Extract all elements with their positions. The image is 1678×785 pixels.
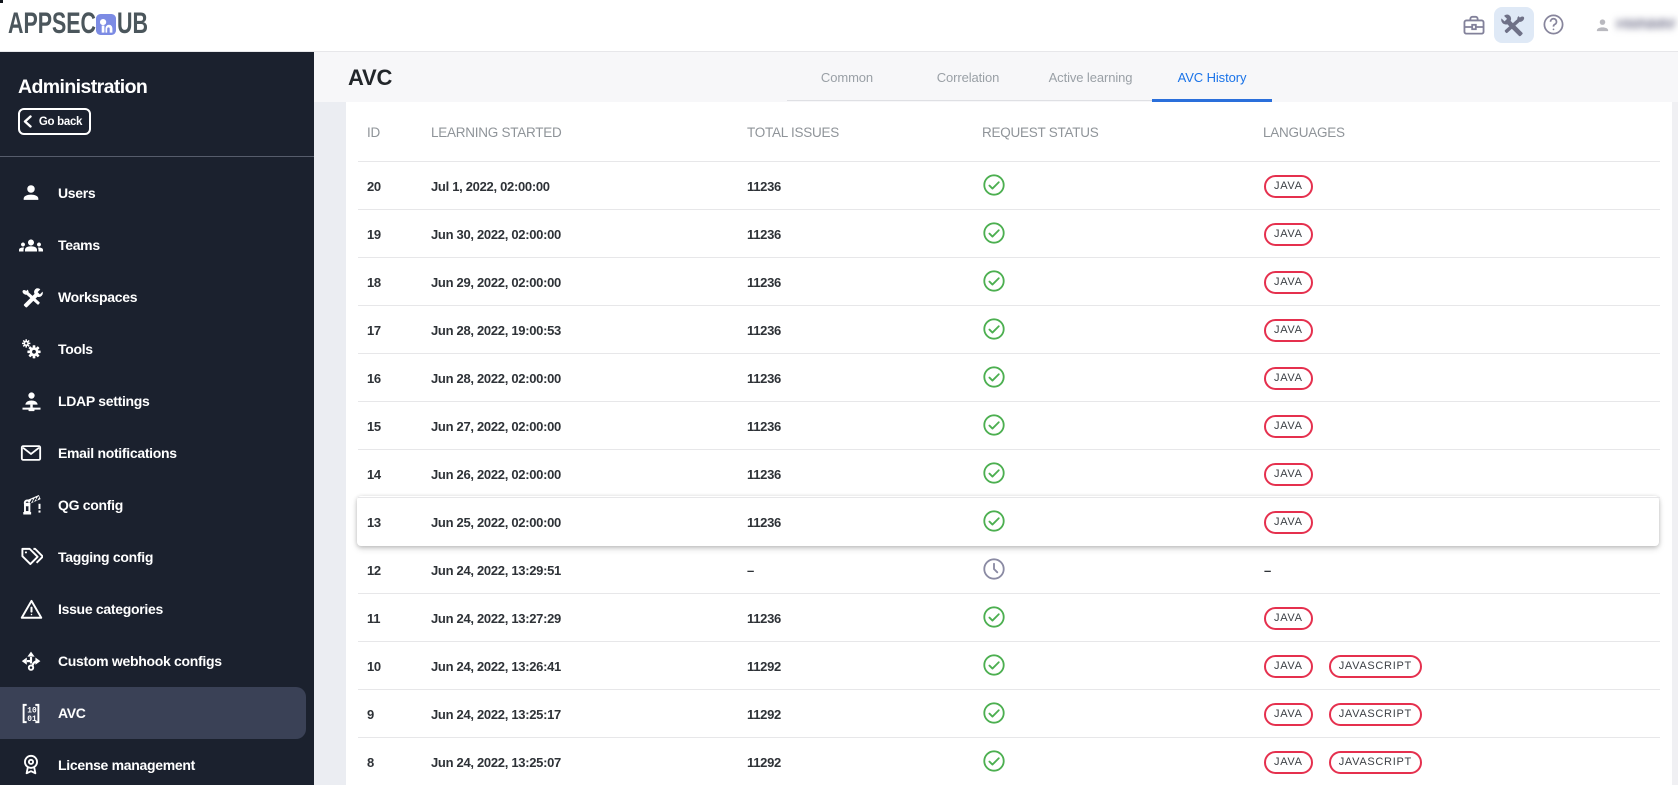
svg-text:01: 01 xyxy=(27,714,37,723)
